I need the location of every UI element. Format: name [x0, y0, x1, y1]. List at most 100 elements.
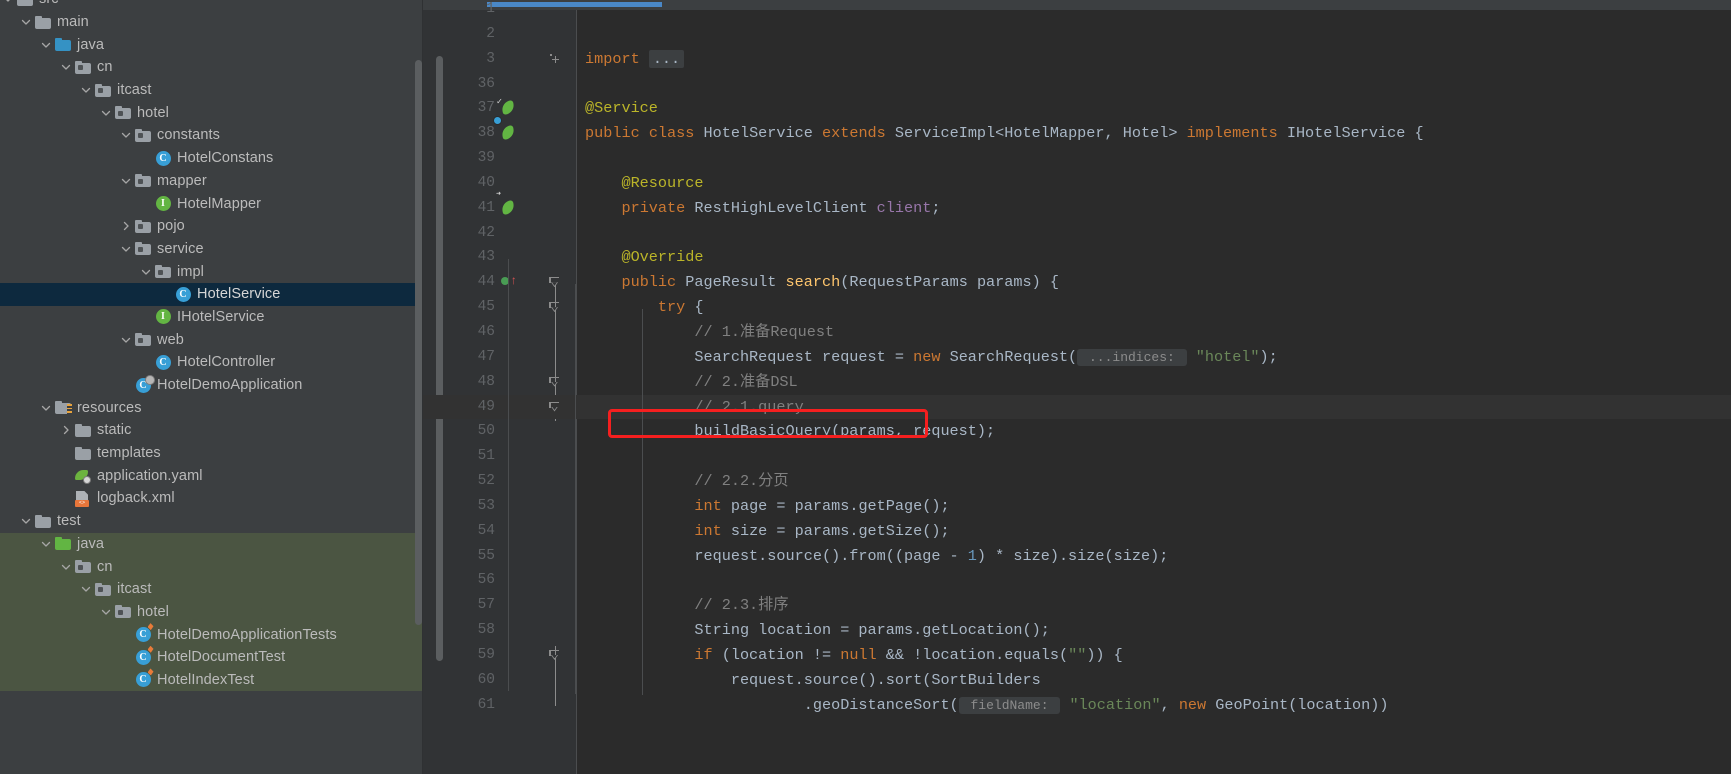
line-number[interactable]: 54 [423, 519, 495, 544]
code-line-39[interactable]: 39 [423, 146, 1731, 171]
code-text[interactable]: import ... [585, 47, 685, 72]
tree-item-java[interactable]: java [0, 33, 423, 56]
chevron-down-icon[interactable] [58, 62, 73, 72]
line-number[interactable]: 42 [423, 221, 495, 246]
tree-item-hotelcontroller[interactable]: C HotelController [0, 351, 423, 374]
code-line-37[interactable]: 37 ✓ @Service [423, 96, 1731, 121]
code-text[interactable]: private RestHighLevelClient client; [585, 196, 940, 221]
tree-item-constants[interactable]: constants [0, 124, 423, 147]
chevron-down-icon[interactable] [78, 85, 93, 95]
tree-item-ihotelservice[interactable]: I IHotelService [0, 306, 423, 329]
tree-item-mapper[interactable]: mapper [0, 170, 423, 193]
line-number[interactable]: 45 [423, 295, 495, 320]
line-number[interactable]: 2 [423, 22, 495, 47]
line-number[interactable]: 37 [423, 96, 495, 121]
code-line-45[interactable]: 45 try { [423, 295, 1731, 320]
chevron-down-icon[interactable] [118, 335, 133, 345]
chevron-right-icon[interactable] [58, 425, 73, 435]
line-number[interactable]: 51 [423, 444, 495, 469]
code-line-48[interactable]: 48 // 2.准备DSL [423, 370, 1731, 395]
line-number[interactable]: 41 [423, 196, 495, 221]
code-text[interactable]: public class HotelService extends Servic… [585, 121, 1424, 146]
line-number[interactable]: 1 [423, 0, 495, 22]
fold-expand-icon[interactable] [550, 53, 561, 65]
code-text[interactable]: request.source().sort(SortBuilders [585, 668, 1041, 693]
code-lines[interactable]: 1 2 3 import ... 36 37 ✓ @Service 38 public class… [423, 0, 1731, 774]
chevron-down-icon[interactable] [58, 562, 73, 572]
code-line-60[interactable]: 60 request.source().sort(SortBuilders [423, 668, 1731, 693]
tree-item-src[interactable]: src [0, 0, 423, 11]
line-number[interactable]: 40 [423, 171, 495, 196]
tree-item-static[interactable]: static [0, 419, 423, 442]
tree-item-hoteldemoapplication[interactable]: C HotelDemoApplication [0, 374, 423, 397]
code-line-61[interactable]: 61 .geoDistanceSort( fieldName: "locatio… [423, 693, 1731, 718]
line-number[interactable]: 52 [423, 469, 495, 494]
project-tool-window[interactable]: srcmainjavacnitcasthotelconstantsCHotelC… [0, 0, 423, 774]
chevron-down-icon[interactable] [138, 267, 153, 277]
code-line-47[interactable]: 47 SearchRequest request = new SearchReq… [423, 345, 1731, 370]
tree-item-itcast[interactable]: itcast [0, 577, 423, 601]
tree-item-logback-xml[interactable]: <> logback.xml [0, 487, 423, 510]
tree-item-hotelconstans[interactable]: C HotelConstans [0, 147, 423, 170]
tree-item-application-yaml[interactable]: application.yaml [0, 464, 423, 487]
line-number[interactable]: 3 [423, 47, 495, 72]
code-line-57[interactable]: 57 // 2.3.排序 [423, 593, 1731, 618]
tree-item-hotel[interactable]: hotel [0, 600, 423, 624]
code-text[interactable]: try { [585, 295, 704, 320]
code-text[interactable]: int page = params.getPage(); [585, 494, 949, 519]
chevron-down-icon[interactable] [38, 403, 53, 413]
line-number[interactable]: 61 [423, 693, 495, 718]
project-tree[interactable]: srcmainjavacnitcasthotelconstantsCHotelC… [0, 0, 423, 692]
code-line-3[interactable]: 3 import ... [423, 47, 1731, 72]
code-text[interactable]: // 2.准备DSL [585, 370, 797, 395]
chevron-down-icon[interactable] [118, 130, 133, 140]
code-text[interactable]: // 2.3.排序 [585, 593, 788, 618]
chevron-down-icon[interactable] [18, 17, 33, 27]
line-number[interactable]: 46 [423, 320, 495, 345]
tree-item-itcast[interactable]: itcast [0, 79, 423, 102]
code-text[interactable]: buildBasicQuery(params, request); [585, 419, 995, 444]
tree-item-hotel[interactable]: hotel [0, 101, 423, 124]
code-text[interactable]: request.source().from((page - 1) * size)… [585, 544, 1168, 569]
line-number[interactable]: 43 [423, 245, 495, 270]
line-number[interactable]: 48 [423, 370, 495, 395]
code-line-55[interactable]: 55 request.source().from((page - 1) * si… [423, 544, 1731, 569]
code-line-38[interactable]: 38 public class HotelService extends Serv… [423, 116, 1731, 146]
tree-item-cn[interactable]: cn [0, 56, 423, 79]
code-text[interactable]: String location = params.getLocation(); [585, 618, 1049, 643]
line-number[interactable]: 59 [423, 643, 495, 668]
line-number[interactable]: 58 [423, 618, 495, 643]
chevron-down-icon[interactable] [78, 584, 93, 594]
tree-item-pojo[interactable]: pojo [0, 215, 423, 238]
sidebar-scrollbar-thumb[interactable] [415, 60, 422, 625]
code-text[interactable]: public PageResult search(RequestParams p… [585, 270, 1059, 295]
tree-item-hotelindextest[interactable]: C HotelIndexTest [0, 668, 423, 692]
line-number[interactable]: 39 [423, 146, 495, 171]
code-line-50[interactable]: 50 buildBasicQuery(params, request); [423, 419, 1731, 444]
code-line-51[interactable]: 51 [423, 444, 1731, 469]
tree-item-hotelservice[interactable]: C HotelService [0, 282, 423, 306]
chevron-down-icon[interactable] [98, 607, 113, 617]
code-line-56[interactable]: 56 [423, 568, 1731, 593]
tree-item-web[interactable]: web [0, 328, 423, 351]
code-text[interactable]: @Override [585, 245, 703, 270]
line-number[interactable]: 60 [423, 668, 495, 693]
chevron-down-icon[interactable] [118, 176, 133, 186]
chevron-right-icon[interactable] [118, 221, 133, 231]
code-text[interactable]: @Service [585, 96, 658, 121]
code-line-49[interactable]: 49 // 2.1.query [423, 394, 1731, 420]
fold-collapse-icon[interactable] [549, 302, 561, 313]
code-text[interactable]: if (location != null && !location.equals… [585, 643, 1122, 668]
line-number[interactable]: 56 [423, 568, 495, 593]
code-line-42[interactable]: 42 [423, 221, 1731, 246]
line-number[interactable]: 57 [423, 593, 495, 618]
chevron-down-icon[interactable] [38, 40, 53, 50]
code-text[interactable]: // 2.1.query [585, 395, 803, 420]
code-line-53[interactable]: 53 int page = params.getPage(); [423, 494, 1731, 519]
fold-collapse-icon[interactable] [549, 376, 561, 388]
tree-item-hoteldocumenttest[interactable]: C HotelDocumentTest [0, 645, 423, 669]
tree-item-cn[interactable]: cn [0, 555, 423, 578]
code-editor[interactable]: 1 2 3 import ... 36 37 ✓ @Service 38 public class… [423, 0, 1731, 774]
code-line-2[interactable]: 2 [423, 22, 1731, 47]
line-number[interactable]: 53 [423, 494, 495, 519]
